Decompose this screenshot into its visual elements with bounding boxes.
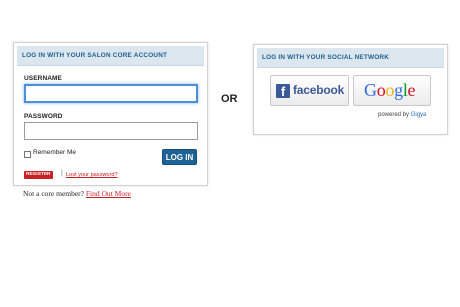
powered-by-gigya: powered by Gigya bbox=[378, 112, 426, 118]
password-label: PASSWORD bbox=[24, 113, 63, 120]
link-divider: | bbox=[61, 170, 63, 177]
social-panel-title: LOG IN WITH YOUR SOCIAL NETWORK bbox=[257, 48, 444, 68]
facebook-logo-icon: f bbox=[276, 84, 290, 98]
not-member-line: Not a core member? Find Out More bbox=[23, 189, 131, 198]
lost-password-link[interactable]: Lost your password? bbox=[66, 172, 118, 178]
login-button[interactable]: LOG IN bbox=[162, 149, 197, 165]
social-login-panel: LOG IN WITH YOUR SOCIAL NETWORK f facebo… bbox=[253, 44, 448, 135]
google-wordmark: Google bbox=[364, 80, 416, 100]
find-out-more-link[interactable]: Find Out More bbox=[86, 189, 131, 198]
remember-me-label[interactable]: Remember Me bbox=[33, 149, 76, 156]
not-member-text: Not a core member? bbox=[23, 189, 85, 198]
powered-by-text: powered by bbox=[378, 112, 410, 118]
password-input[interactable] bbox=[24, 122, 198, 140]
username-input[interactable] bbox=[24, 84, 198, 103]
or-separator: OR bbox=[221, 93, 238, 105]
core-login-panel: LOG IN WITH YOUR SALON CORE ACCOUNT USER… bbox=[13, 42, 208, 186]
gigya-brand[interactable]: Gigya bbox=[411, 112, 427, 118]
remember-me-checkbox[interactable] bbox=[24, 151, 31, 158]
username-label: USERNAME bbox=[24, 75, 62, 82]
core-panel-title: LOG IN WITH YOUR SALON CORE ACCOUNT bbox=[17, 46, 204, 66]
facebook-label: facebook bbox=[293, 83, 345, 97]
facebook-login-button[interactable]: f facebook bbox=[270, 75, 349, 106]
google-login-button[interactable]: Google bbox=[353, 75, 431, 106]
register-button[interactable]: REGISTER bbox=[24, 171, 53, 179]
